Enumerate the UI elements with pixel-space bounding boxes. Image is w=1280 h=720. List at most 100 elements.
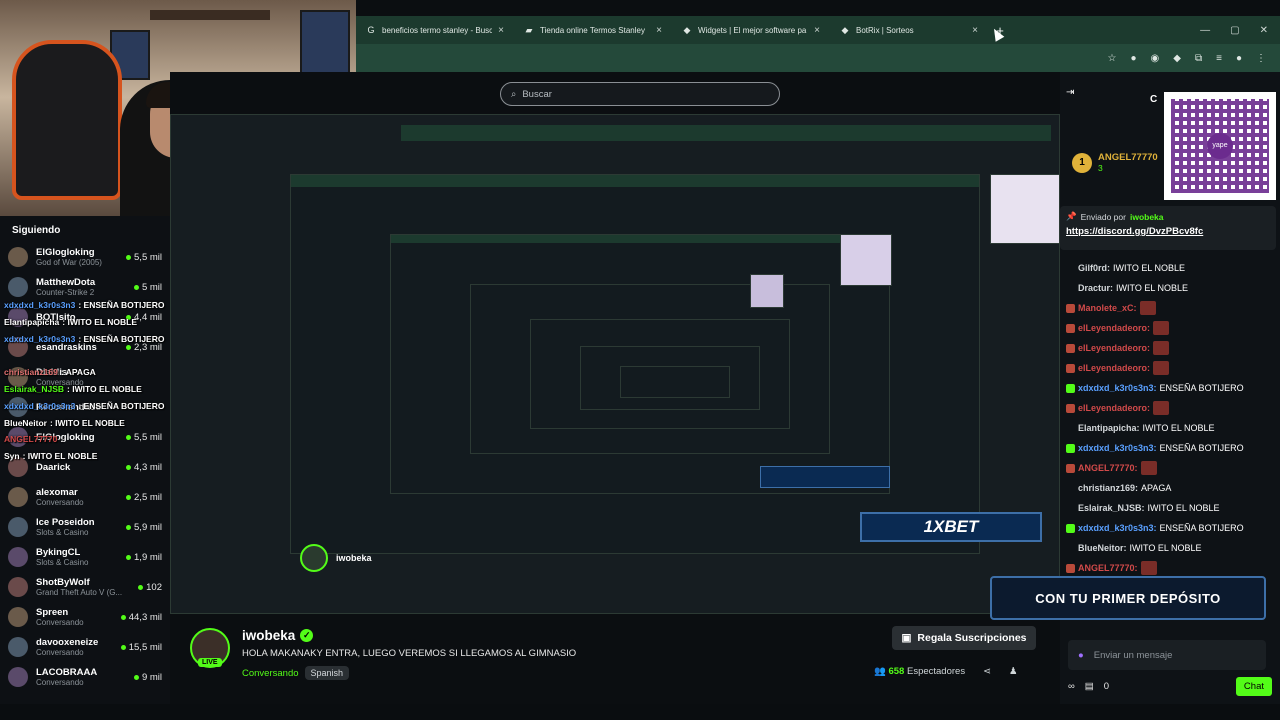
sidebar-channel[interactable]: BykingCL Slots & Casino 1,9 mil xyxy=(0,542,170,572)
sidebar-channel[interactable]: MatthewDota Counter-Strike 2 5 mil xyxy=(0,272,170,302)
overlay-chat-user: Syn xyxy=(4,451,20,462)
overlay-chat-text: : IWITO EL NOBLE xyxy=(49,417,125,428)
viewer-count: 9 mil xyxy=(141,671,162,683)
sidebar-channel[interactable]: alexomar Conversando 2,5 mil xyxy=(0,482,170,512)
chat-text: ENSEÑA BOTIJERO xyxy=(1159,523,1244,533)
emote-icon xyxy=(1153,401,1170,415)
close-icon[interactable]: × xyxy=(498,25,504,36)
sidebar-channel[interactable]: Ice Poseidon Slots & Casino 5,9 mil xyxy=(0,512,170,542)
browser-tab[interactable]: ◆ BotRix | Sorteos × xyxy=(830,16,988,44)
live-dot-icon xyxy=(138,584,144,590)
search-input[interactable]: Buscar xyxy=(522,89,552,100)
avatar xyxy=(8,577,28,597)
pinned-link[interactable]: https://discord.gg/DvzPBcv8fc xyxy=(1066,226,1270,237)
user-badge-icon xyxy=(1066,403,1075,413)
gift-subs-button[interactable]: ▣ Regala Suscripciones xyxy=(892,626,1036,650)
pinned-by-user[interactable]: iwobeka xyxy=(1130,212,1164,222)
overlay-chat-line: xdxdxd_k3r0s3n3: ENSEÑA BOTIJERO xyxy=(4,334,194,351)
chat-username[interactable]: BlueNeitor: xyxy=(1078,543,1127,553)
menu-kebab-icon[interactable]: ⋮ xyxy=(1256,53,1266,64)
chat-username[interactable]: Gilf0rd: xyxy=(1078,263,1110,273)
media-icon[interactable]: ≡ xyxy=(1216,53,1222,64)
sidebar-channel[interactable]: Spreen Conversando 44,3 mil xyxy=(0,602,170,632)
chat-message: elLeyendadeoro: xyxy=(1066,318,1276,338)
chat-username[interactable]: elLeyendadeoro: xyxy=(1078,323,1150,333)
chat-message: xdxdxd_k3r0s3n3: ENSEÑA BOTIJERO xyxy=(1066,378,1276,398)
channel-text: ShotByWolf Grand Theft Auto V (G... xyxy=(36,577,138,597)
google-icon: G xyxy=(367,25,375,35)
chat-username[interactable]: Eslairak_NJSB: xyxy=(1078,503,1145,513)
channel-viewers: 2,5 mil xyxy=(126,492,162,503)
extension-icon[interactable]: ◆ xyxy=(1173,53,1181,64)
channel-name: alexomar xyxy=(36,487,78,498)
chat-username[interactable]: Dractur: xyxy=(1078,283,1113,293)
viewer-count: 2,5 mil xyxy=(134,491,162,503)
sidebar-channel[interactable]: davooxeneize Conversando 15,5 mil xyxy=(0,632,170,662)
mic-icon[interactable]: ● xyxy=(1078,650,1084,661)
top-gifter: 1 ANGEL77770 3 xyxy=(1072,152,1158,173)
bookmark-star-icon[interactable]: ☆ xyxy=(1108,53,1117,64)
minimize-icon[interactable]: — xyxy=(1200,25,1210,36)
chat-text: IWITO EL NOBLE xyxy=(1129,543,1202,553)
extension-icon[interactable]: ◉ xyxy=(1151,53,1160,64)
viewer-count: 15,5 mil xyxy=(128,641,162,653)
chat-message: Elantipapicha: IWITO EL NOBLE xyxy=(1066,418,1276,438)
collapse-chat-icon[interactable]: ⇥ xyxy=(1066,87,1074,98)
sidebar-channel[interactable]: LACOBRAAA Conversando 9 mil xyxy=(0,662,170,692)
puzzle-icon[interactable]: ⧉ xyxy=(1195,53,1202,64)
chat-username[interactable]: ANGEL77770: xyxy=(1078,463,1138,473)
chat-username[interactable]: elLeyendadeoro: xyxy=(1078,343,1150,353)
live-dot-icon xyxy=(126,254,132,260)
avatar xyxy=(8,517,28,537)
viewers-count-row: 👥 658 Espectadores xyxy=(874,666,965,677)
close-window-icon[interactable]: ✕ xyxy=(1260,25,1268,36)
browser-tab[interactable]: G beneficios termo stanley - Busc × xyxy=(356,16,514,44)
language-tag[interactable]: Spanish xyxy=(304,666,350,680)
gaming-chair xyxy=(12,40,122,200)
close-icon[interactable]: × xyxy=(814,25,820,36)
profile-avatar[interactable]: ● xyxy=(1236,53,1242,64)
chat-username[interactable]: Manolete_xC: xyxy=(1078,303,1137,313)
chat-send-button[interactable]: Chat xyxy=(1235,676,1272,696)
chat-username[interactable]: Elantipapicha: xyxy=(1078,423,1140,433)
streamer-name[interactable]: iwobeka xyxy=(242,628,295,643)
chat-username[interactable]: xdxdxd_k3r0s3n3: xyxy=(1078,443,1157,453)
infinity-icon[interactable]: ∞ xyxy=(1068,681,1075,692)
close-icon[interactable]: × xyxy=(656,25,662,36)
emote-icon xyxy=(1140,461,1157,475)
browser-tab[interactable]: ◆ Widgets | El mejor software pa × xyxy=(672,16,830,44)
close-icon[interactable]: × xyxy=(972,25,978,36)
chat-username[interactable]: christianz169: xyxy=(1078,483,1138,493)
live-badge: LIVE xyxy=(198,658,222,667)
capture-tabbar xyxy=(391,235,889,243)
sidebar-channel[interactable]: ShotByWolf Grand Theft Auto V (G... 102 xyxy=(0,572,170,602)
overlay-chat-line: Eslairak_NJSB: IWITO EL NOBLE xyxy=(4,384,194,401)
follow-icon[interactable]: ♟ xyxy=(1009,666,1018,677)
chat-username[interactable]: xdxdxd_k3r0s3n3: xyxy=(1078,383,1157,393)
channel-text: LACOBRAAA Conversando xyxy=(36,667,134,687)
stream-category[interactable]: Conversando xyxy=(242,668,299,679)
share-icon[interactable]: ⋖ xyxy=(983,666,991,677)
gifter-info: ANGEL77770 3 xyxy=(1098,152,1158,173)
chat-message: xdxdxd_k3r0s3n3: ENSEÑA BOTIJERO xyxy=(1066,438,1276,458)
avatar xyxy=(8,277,28,297)
yape-logo: yape xyxy=(1207,133,1233,159)
browser-tab[interactable]: ▰ Tienda online Termos Stanley × xyxy=(514,16,672,44)
chat-input[interactable]: ● Enviar un mensaje xyxy=(1068,640,1266,670)
channel-text: davooxeneize Conversando xyxy=(36,637,121,657)
window-controls: — ▢ ✕ xyxy=(1200,25,1280,36)
gifter-name[interactable]: ANGEL77770 xyxy=(1098,152,1158,163)
extension-icon[interactable]: ● xyxy=(1130,53,1136,64)
maximize-icon[interactable]: ▢ xyxy=(1230,25,1239,36)
chat-message: xdxdxd_k3r0s3n3: ENSEÑA BOTIJERO xyxy=(1066,518,1276,538)
chat-username[interactable]: xdxdxd_k3r0s3n3: xyxy=(1078,523,1157,533)
chat-text: ENSEÑA BOTIJERO xyxy=(1159,443,1244,453)
channel-viewers: 102 xyxy=(138,582,162,593)
chat-username[interactable]: elLeyendadeoro: xyxy=(1078,363,1150,373)
sidebar-channel[interactable]: ElGlogloking God of War (2005) 5,5 mil xyxy=(0,242,170,272)
viewers-count: 658 xyxy=(888,666,905,677)
search-bar[interactable]: ⌕ Buscar xyxy=(500,82,780,106)
channel-viewers: 5,5 mil xyxy=(126,252,162,263)
chat-username[interactable]: ANGEL77770: xyxy=(1078,563,1138,573)
chat-username[interactable]: elLeyendadeoro: xyxy=(1078,403,1150,413)
